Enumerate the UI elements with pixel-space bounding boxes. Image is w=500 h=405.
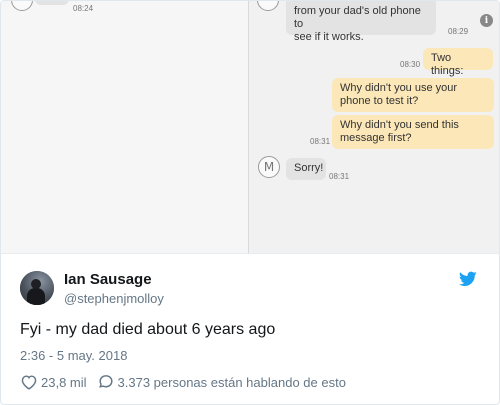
avatar: M bbox=[258, 156, 280, 178]
message-timestamp: 08:29 bbox=[448, 27, 469, 36]
chat-left-pane: 08:24 bbox=[1, 1, 248, 253]
author-name[interactable]: Ian Sausage bbox=[64, 271, 152, 288]
tweet-card: 08:24 from your dad's old phone to see i… bbox=[0, 0, 500, 405]
message-timestamp: 08:30 bbox=[400, 60, 421, 69]
like-count: 23,8 mil bbox=[41, 374, 87, 390]
chat-bubble-outgoing: Two things: bbox=[423, 48, 493, 77]
info-icon: i bbox=[480, 14, 493, 27]
avatar bbox=[11, 1, 33, 11]
message-text: phone to test it? bbox=[340, 95, 419, 107]
message-text: see if it works. bbox=[294, 31, 364, 43]
chat-bubble-incoming: Sorry! bbox=[286, 158, 326, 180]
chat-right-pane: from your dad's old phone to see if it w… bbox=[249, 1, 499, 253]
message-text: Why didn't you send this bbox=[340, 119, 459, 131]
message-text: from your dad's old phone to bbox=[294, 5, 421, 30]
conversation-count: 3.373 personas están hablando de esto bbox=[117, 374, 346, 390]
message-text: Two things: bbox=[431, 52, 464, 77]
speech-bubble-icon bbox=[98, 375, 113, 388]
message-text: Sorry! bbox=[294, 162, 324, 174]
tweet-actions: 23,8 mil 3.373 personas están hablando d… bbox=[20, 373, 356, 391]
message-timestamp: 08:24 bbox=[73, 4, 94, 13]
tweet-timestamp[interactable]: 2:36 - 5 may. 2018 bbox=[20, 348, 127, 363]
chat-bubble-incoming: from your dad's old phone to see if it w… bbox=[286, 1, 436, 43]
heart-icon bbox=[21, 375, 37, 390]
message-timestamp: 08:31 bbox=[310, 137, 331, 146]
chat-bubble-partial bbox=[35, 1, 69, 5]
chat-screenshot-image: 08:24 from your dad's old phone to see i… bbox=[1, 1, 499, 254]
tweet-body: Ian Sausage @stephenjmolloy Fyi - my dad… bbox=[1, 254, 499, 404]
like-button[interactable]: 23,8 mil bbox=[20, 374, 87, 390]
chat-bubble-outgoing: Why didn't you send this message first? bbox=[332, 115, 494, 149]
message-timestamp: 08:31 bbox=[329, 172, 350, 181]
author-handle[interactable]: @stephenjmolloy bbox=[64, 291, 164, 306]
message-text: Why didn't you use your bbox=[340, 82, 458, 94]
avatar[interactable] bbox=[20, 271, 54, 305]
tweet-text: Fyi - my dad died about 6 years ago bbox=[20, 321, 276, 338]
twitter-bird-icon[interactable] bbox=[459, 271, 477, 287]
message-text: message first? bbox=[340, 132, 412, 144]
conversation-link[interactable]: 3.373 personas están hablando de esto bbox=[97, 374, 346, 390]
avatar bbox=[257, 1, 279, 11]
chat-bubble-outgoing: Why didn't you use your phone to test it… bbox=[332, 78, 494, 112]
